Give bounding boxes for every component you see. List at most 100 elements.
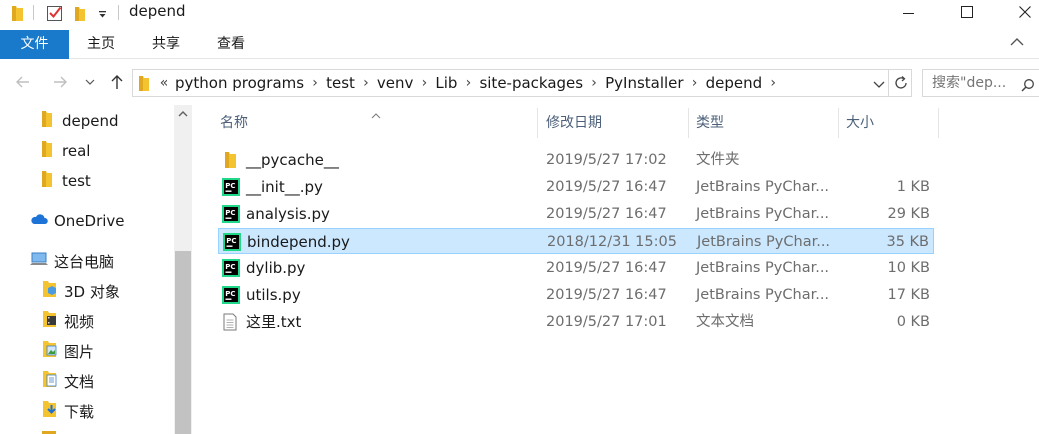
column-header-name[interactable]: 名称: [214, 108, 536, 138]
table-row[interactable]: PC utils.py 2019/5/27 16:47 JetBrains PyCha…: [218, 282, 934, 308]
address-history-chevron-icon[interactable]: [873, 76, 885, 95]
sidebar-item-depend[interactable]: depend: [40, 107, 119, 135]
scroll-up-button[interactable]: [174, 105, 192, 123]
breadcrumb-item-current[interactable]: depend: [702, 74, 767, 92]
table-row[interactable]: 这里.txt 2019/5/27 17:01 文本文档 0 KB: [218, 309, 934, 335]
svg-text:PC: PC: [225, 263, 235, 271]
sidebar-item-3d-objects[interactable]: 3D 对象: [42, 277, 120, 305]
breadcrumb-overflow-marker[interactable]: «: [157, 75, 171, 91]
pictures-icon: [42, 340, 58, 362]
ribbon-expand-chevron-icon[interactable]: [1010, 37, 1024, 47]
column-divider[interactable]: [838, 108, 839, 138]
breadcrumb-separator-icon[interactable]: ›: [417, 75, 431, 91]
breadcrumb-item[interactable]: site-packages: [475, 74, 587, 92]
sidebar-item-label: 文档: [64, 372, 95, 391]
sidebar-item-onedrive[interactable]: OneDrive: [30, 207, 125, 235]
file-date-modified: 2019/5/27 16:47: [546, 287, 667, 303]
folder-icon: [40, 170, 54, 192]
chevron-up-icon: [178, 111, 188, 117]
minimize-icon: [903, 13, 914, 14]
address-bar[interactable]: « python programs › test › venv › Lib › …: [132, 69, 912, 97]
sidebar-item-documents[interactable]: 文档: [42, 367, 94, 395]
documents-icon: [42, 370, 58, 392]
file-name[interactable]: utils.py: [246, 282, 301, 308]
breadcrumb-separator-icon[interactable]: ›: [587, 75, 601, 91]
onedrive-cloud-icon: [30, 212, 48, 230]
file-size: 17 KB: [887, 287, 930, 303]
new-folder-icon[interactable]: [73, 4, 87, 22]
breadcrumb-separator-icon[interactable]: ›: [461, 75, 475, 91]
column-header-type[interactable]: 类型: [690, 108, 838, 138]
file-name[interactable]: bindepend.py: [247, 229, 350, 255]
minimize-button[interactable]: [886, 0, 932, 26]
column-divider[interactable]: [688, 108, 689, 138]
table-row[interactable]: PC dylib.py 2019/5/27 16:47 JetBrains PyCha…: [218, 255, 934, 281]
sidebar-item-real[interactable]: real: [40, 137, 90, 165]
svg-text:PC: PC: [225, 290, 235, 298]
table-row[interactable]: PC analysis.py 2019/5/27 16:47 JetBrains Py…: [218, 201, 934, 227]
recent-locations-button[interactable]: [82, 70, 98, 94]
breadcrumb-separator-icon[interactable]: ›: [688, 75, 702, 91]
breadcrumb-separator-icon[interactable]: ›: [359, 75, 373, 91]
file-date-modified: 2019/5/27 17:02: [546, 152, 667, 168]
breadcrumb-item[interactable]: test: [322, 74, 359, 92]
folder-icon: [40, 110, 54, 132]
sidebar-item-this-pc[interactable]: 这台电脑: [30, 247, 114, 275]
svg-text:PC: PC: [226, 237, 236, 245]
file-name[interactable]: __pycache__: [246, 147, 339, 173]
table-row[interactable]: PC bindepend.py 2018/12/31 15:05 JetBrains …: [218, 228, 934, 254]
tab-share[interactable]: 共享: [139, 30, 193, 59]
sidebar-item-label: OneDrive: [54, 212, 125, 230]
file-name[interactable]: __init__.py: [246, 174, 323, 200]
breadcrumb-item[interactable]: python programs: [171, 74, 308, 92]
sidebar-item-test[interactable]: test: [40, 167, 91, 195]
column-divider[interactable]: [537, 108, 538, 138]
properties-check-icon[interactable]: [46, 4, 64, 22]
tab-view[interactable]: 查看: [204, 30, 258, 59]
maximize-button[interactable]: [944, 0, 990, 26]
tab-file[interactable]: 文件: [0, 30, 69, 59]
sidebar-item-pictures[interactable]: 图片: [42, 337, 94, 365]
folder-icon[interactable]: [9, 4, 25, 22]
sidebar-item-label: test: [62, 172, 91, 190]
search-input[interactable]: [932, 74, 1018, 92]
file-name[interactable]: analysis.py: [246, 201, 330, 227]
file-date-modified: 2019/5/27 16:47: [546, 206, 667, 222]
back-button[interactable]: [11, 70, 35, 94]
file-name[interactable]: dylib.py: [246, 255, 305, 281]
search-icon[interactable]: [1021, 77, 1035, 96]
table-row[interactable]: PC __init__.py 2019/5/27 16:47 JetBrains Py…: [218, 174, 934, 200]
navigation-scrollbar[interactable]: [174, 105, 192, 434]
pycharm-file-icon: PC: [223, 233, 241, 255]
search-box[interactable]: [922, 69, 1039, 97]
breadcrumb-separator-icon[interactable]: ›: [308, 75, 322, 91]
sidebar-item-videos[interactable]: 视频: [42, 307, 94, 335]
breadcrumb-item[interactable]: PyInstaller: [601, 74, 687, 92]
text-file-icon: [222, 313, 238, 335]
file-date-modified: 2019/5/27 16:47: [546, 179, 667, 195]
refresh-button[interactable]: [888, 69, 912, 97]
videos-icon: [42, 310, 58, 332]
column-header-date-modified[interactable]: 修改日期: [540, 108, 688, 138]
pycharm-file-icon: PC: [222, 205, 240, 227]
up-button[interactable]: [105, 70, 129, 94]
file-size: 10 KB: [887, 260, 930, 276]
scroll-thumb[interactable]: [175, 251, 191, 434]
table-row[interactable]: __pycache__ 2019/5/27 17:02 文件夹: [218, 147, 934, 173]
column-header-size[interactable]: 大小: [840, 108, 938, 138]
breadcrumb-separator-icon[interactable]: ›: [766, 75, 780, 91]
file-name[interactable]: 这里.txt: [246, 309, 301, 335]
svg-text:PC: PC: [225, 209, 235, 217]
pycharm-file-icon: PC: [222, 286, 240, 308]
breadcrumb-item[interactable]: venv: [373, 74, 418, 92]
tab-home[interactable]: 主页: [74, 30, 128, 59]
forward-button[interactable]: [48, 70, 72, 94]
close-button[interactable]: [1002, 0, 1039, 26]
file-type: JetBrains PyChar...: [696, 206, 830, 222]
pycharm-file-icon: PC: [222, 259, 240, 281]
sidebar-item-label: 3D 对象: [64, 282, 120, 301]
sidebar-item-downloads[interactable]: 下载: [42, 397, 94, 425]
column-divider[interactable]: [938, 108, 939, 138]
customize-dropdown-icon[interactable]: [98, 6, 108, 24]
breadcrumb-item[interactable]: Lib: [431, 74, 461, 92]
